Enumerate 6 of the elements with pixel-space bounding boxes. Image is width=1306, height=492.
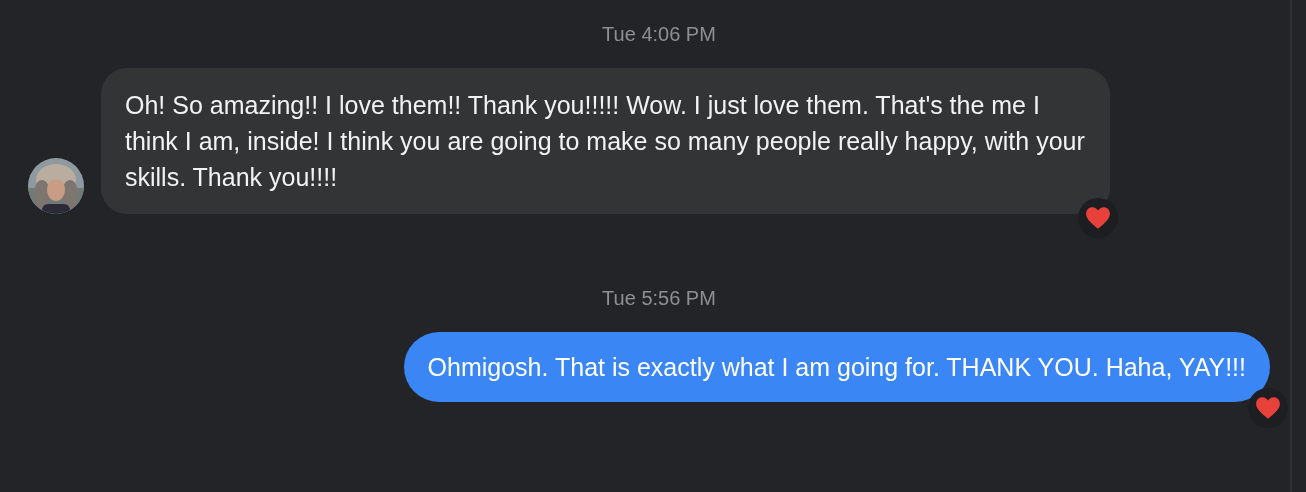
message-text: Oh! So amazing!! I love them!! Thank you!!!!! Wow. I just love them. That's the me I think I am, inside! I think you are going to make so many people really happy, with your skills. Thank you!!!!: [125, 91, 1085, 191]
timestamp: Tue 4:06 PM: [602, 22, 716, 47]
heart-icon: [1085, 206, 1111, 230]
timestamp: Tue 5:56 PM: [602, 286, 716, 311]
message-text: Ohmigosh. That is exactly what I am going for. THANK YOU. Haha, YAY!!!: [427, 353, 1246, 381]
heart-icon: [1255, 396, 1281, 420]
